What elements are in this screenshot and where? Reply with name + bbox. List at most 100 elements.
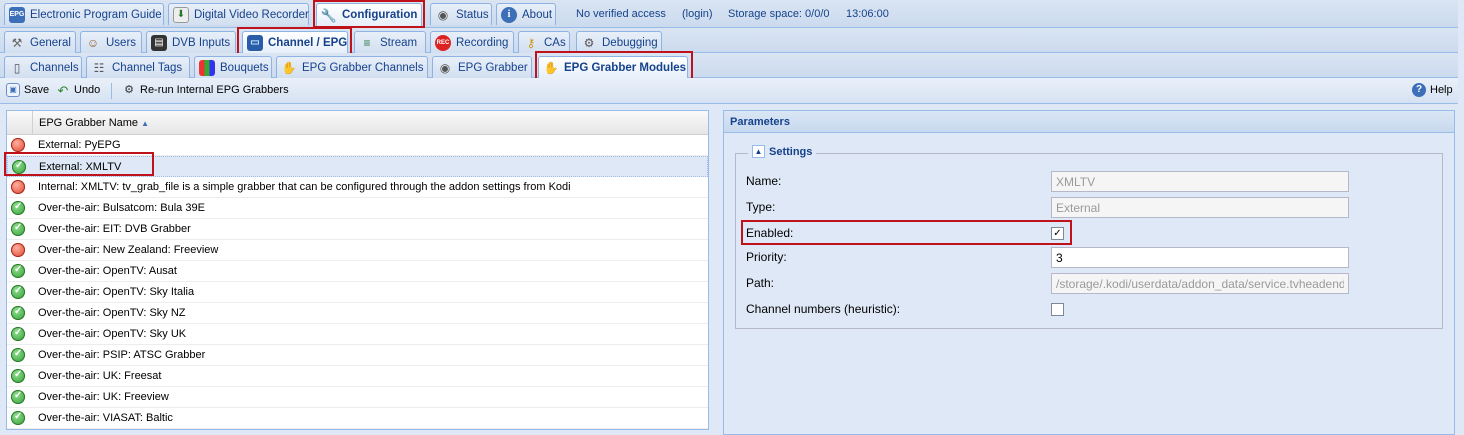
grabber-name: Over-the-air: UK: Freesat <box>38 370 162 382</box>
undo-button[interactable]: ↶ Undo <box>56 82 101 98</box>
tab-recording[interactable]: REC Recording <box>430 31 514 53</box>
grabber-name: Over-the-air: Bulsatcom: Bula 39E <box>38 202 205 214</box>
tab-channel-epg[interactable]: ▭ Channel / EPG <box>242 31 348 54</box>
tab-label: Recording <box>456 36 509 49</box>
grabber-name: Over-the-air: OpenTV: Sky Italia <box>38 286 195 298</box>
enabled-checkbox[interactable]: ✓ <box>1051 227 1064 240</box>
enabled-status-icon <box>12 160 26 174</box>
tab-label: Configuration <box>342 9 418 21</box>
tab-general[interactable]: ⚒ General <box>4 31 76 53</box>
tab-channel-tags[interactable]: ☷ Channel Tags <box>86 56 190 78</box>
settings-legend-label: Settings <box>769 145 813 158</box>
tab-status[interactable]: ◉ Status <box>430 3 492 25</box>
tab-label: Channel / EPG <box>268 37 348 49</box>
table-row[interactable]: Over-the-air: PSIP: ATSC Grabber <box>7 345 708 366</box>
table-row[interactable]: Over-the-air: OpenTV: Ausat <box>7 261 708 282</box>
name-label: Name: <box>746 174 782 188</box>
tab-cas[interactable]: ⚷ CAs <box>518 31 570 53</box>
enabled-status-icon <box>11 411 25 425</box>
path-field[interactable] <box>1051 273 1349 294</box>
key-icon: ⚷ <box>526 35 536 50</box>
tab-configuration[interactable]: 🔧 Configuration <box>316 3 422 26</box>
column-header-label: EPG Grabber Name <box>39 117 139 129</box>
grabber-name: Over-the-air: OpenTV: Sky NZ <box>38 307 186 319</box>
grabber-name: Over-the-air: VIASAT: Baltic <box>38 412 173 424</box>
rerun-grabbers-button[interactable]: ⚙ Re-run Internal EPG Grabbers <box>122 83 289 97</box>
tab-channels[interactable]: ▯ Channels <box>4 56 82 78</box>
tools-icon: ⚒ <box>11 35 23 50</box>
tab-epg-grabber-channels[interactable]: ✋ EPG Grabber Channels <box>276 56 428 78</box>
tab-debugging[interactable]: ⚙ Debugging <box>576 31 662 53</box>
tab-about[interactable]: i About <box>496 3 556 25</box>
collapse-icon[interactable]: ▲ <box>752 145 765 158</box>
grid-header: EPG Grabber Name ▲ <box>7 111 708 135</box>
priority-label: Priority: <box>746 250 787 264</box>
type-field[interactable] <box>1051 197 1349 218</box>
tab-epg-grabber[interactable]: ◉ EPG Grabber <box>432 56 532 78</box>
grid-icon <box>199 59 215 76</box>
settings-legend[interactable]: ▲ Settings <box>748 145 817 158</box>
table-row[interactable]: Over-the-air: OpenTV: Sky Italia <box>7 282 708 303</box>
channel-numbers-label: Channel numbers (heuristic): <box>746 302 901 316</box>
info-icon: i <box>501 6 517 23</box>
table-row[interactable]: Over-the-air: UK: Freeview <box>7 387 708 408</box>
grabber-name: Internal: XMLTV: tv_grab_file is a simpl… <box>38 181 571 193</box>
grabber-name: Over-the-air: PSIP: ATSC Grabber <box>38 349 206 361</box>
column-header-name[interactable]: EPG Grabber Name ▲ <box>32 111 709 135</box>
users-icon: ☺ <box>86 35 100 50</box>
undo-icon: ↶ <box>57 82 69 98</box>
grabber-grid: EPG Grabber Name ▲ External: PyEPGExtern… <box>6 110 709 430</box>
table-row[interactable]: External: PyEPG <box>7 135 708 156</box>
save-icon: ▣ <box>6 83 20 97</box>
tab-stream[interactable]: ≡ Stream <box>354 31 426 53</box>
undo-label: Undo <box>74 84 101 96</box>
film-icon: ▤ <box>151 34 167 51</box>
toolbar: ▣ Save ↶ Undo ⚙ Re-run Internal EPG Grab… <box>0 78 1458 104</box>
table-row[interactable]: Internal: XMLTV: tv_grab_file is a simpl… <box>7 177 708 198</box>
channel-numbers-checkbox[interactable] <box>1051 303 1064 316</box>
toolbar-separator <box>111 83 112 99</box>
help-button[interactable]: ? Help <box>1412 83 1453 97</box>
grabber-name: Over-the-air: UK: Freeview <box>38 391 169 403</box>
epg-tab-bar: ▯ Channels ☷ Channel Tags Bouquets ✋ EPG… <box>0 53 1458 79</box>
table-row[interactable]: Over-the-air: Bulsatcom: Bula 39E <box>7 198 708 219</box>
enabled-status-icon <box>11 201 25 215</box>
name-field[interactable] <box>1051 171 1349 192</box>
sort-asc-icon: ▲ <box>141 119 150 128</box>
tab-label: CAs <box>544 36 566 49</box>
tab-label: EPG Grabber Channels <box>302 61 424 74</box>
disabled-status-icon <box>11 138 25 152</box>
enabled-status-icon <box>11 348 25 362</box>
clock: 13:06:00 <box>846 8 889 20</box>
rerun-label: Re-run Internal EPG Grabbers <box>140 84 289 96</box>
tab-dvb-inputs[interactable]: ▤ DVB Inputs <box>146 31 236 53</box>
grabber-name: Over-the-air: OpenTV: Sky UK <box>38 328 187 340</box>
grabber-icon: ⚙ <box>124 83 134 96</box>
table-row[interactable]: Over-the-air: New Zealand: Freeview <box>7 240 708 261</box>
tab-epg-grabber-modules[interactable]: ✋ EPG Grabber Modules <box>538 56 688 79</box>
type-label: Type: <box>746 200 776 214</box>
main-tab-bar: EPG Electronic Program Guide ⬇ Digital V… <box>0 0 1458 28</box>
table-row[interactable]: Over-the-air: UK: Freesat <box>7 366 708 387</box>
parameters-panel: Parameters ▲ Settings Name: Type: Enable… <box>723 110 1455 435</box>
storage-status: Storage space: 0/0/0 <box>728 8 830 20</box>
eye-icon: ◉ <box>439 60 451 75</box>
table-row[interactable]: Over-the-air: OpenTV: Sky UK <box>7 324 708 345</box>
priority-field[interactable] <box>1051 247 1349 268</box>
save-button[interactable]: ▣ Save <box>6 83 49 97</box>
disabled-status-icon <box>11 243 25 257</box>
tab-label: Debugging <box>602 36 658 49</box>
tab-digital-video-recorder[interactable]: ⬇ Digital Video Recorder <box>168 3 309 25</box>
tab-label: Stream <box>380 36 418 49</box>
enabled-status-icon <box>11 285 25 299</box>
enabled-status-icon <box>11 306 25 320</box>
grabber-name: Over-the-air: OpenTV: Ausat <box>38 265 177 277</box>
tab-electronic-program-guide[interactable]: EPG Electronic Program Guide <box>4 3 164 25</box>
tab-bouquets[interactable]: Bouquets <box>194 56 272 78</box>
table-row[interactable]: Over-the-air: VIASAT: Baltic <box>7 408 708 429</box>
table-row[interactable]: External: XMLTV <box>7 156 708 177</box>
table-row[interactable]: Over-the-air: OpenTV: Sky NZ <box>7 303 708 324</box>
login-link[interactable]: (login) <box>682 8 713 20</box>
tab-users[interactable]: ☺ Users <box>80 31 142 53</box>
table-row[interactable]: Over-the-air: EIT: DVB Grabber <box>7 219 708 240</box>
